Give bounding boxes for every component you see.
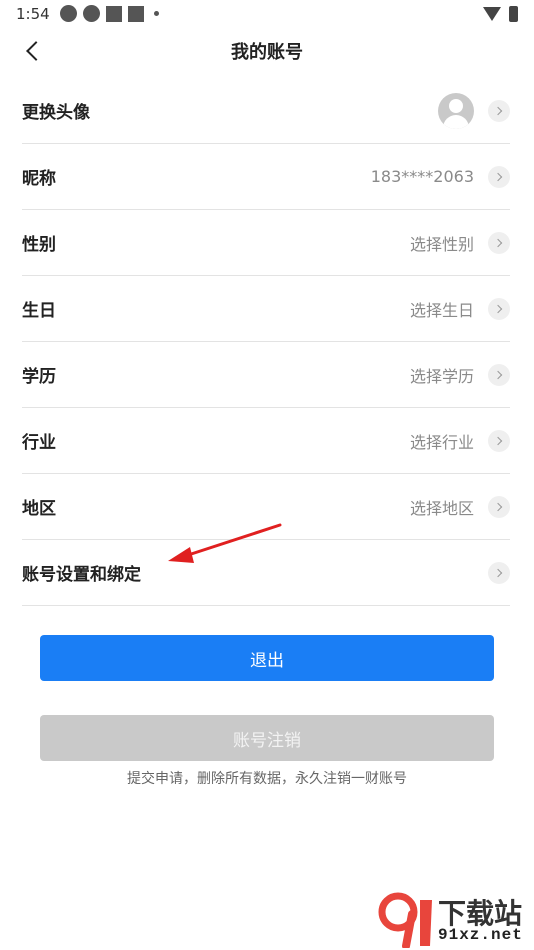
- chevron-right-icon: [488, 297, 510, 320]
- nav-bar: 我的账号: [0, 28, 534, 74]
- row-value: 183****2063: [370, 167, 474, 186]
- chevron-right-icon: [488, 495, 510, 518]
- battery-icon: [509, 6, 518, 22]
- row-value: 选择行业: [409, 432, 474, 452]
- watermark: 下载站 91xz.net: [368, 890, 534, 950]
- chevron-right-icon: [488, 561, 510, 584]
- watermark-url: 91xz.net: [438, 926, 523, 944]
- row-value: 选择生日: [409, 300, 474, 320]
- wifi-icon: [483, 7, 501, 21]
- status-icons-right: [483, 6, 518, 22]
- row-value: 选择地区: [409, 498, 474, 518]
- logout-button[interactable]: 退出: [40, 635, 494, 681]
- chevron-right-icon: [488, 165, 510, 188]
- status-icons-left: [60, 5, 159, 22]
- row-industry[interactable]: 行业 选择行业: [22, 408, 510, 474]
- watermark-logo-icon: [378, 892, 432, 948]
- app-icon: [106, 5, 122, 22]
- row-label: 昵称: [22, 169, 56, 189]
- settings-icon: [60, 5, 77, 22]
- browser-icon: [83, 5, 100, 22]
- annotation-arrow-icon: [168, 523, 282, 563]
- row-education[interactable]: 学历 选择学历: [22, 342, 510, 408]
- row-label: 更换头像: [22, 103, 90, 123]
- row-label: 生日: [22, 301, 56, 321]
- row-change-avatar[interactable]: 更换头像: [22, 78, 510, 144]
- dot-icon: [154, 11, 159, 16]
- app-icon: [128, 5, 144, 22]
- chevron-right-icon: [488, 99, 510, 122]
- chevron-right-icon: [488, 363, 510, 386]
- row-label: 学历: [22, 367, 56, 387]
- user-icon: [449, 98, 463, 113]
- row-birthday[interactable]: 生日 选择生日: [22, 276, 510, 342]
- chevron-right-icon: [488, 231, 510, 254]
- row-gender[interactable]: 性别 选择性别: [22, 210, 510, 276]
- account-cancel-button[interactable]: 账号注销: [40, 715, 494, 761]
- chevron-right-icon: [488, 429, 510, 452]
- row-nickname[interactable]: 昵称 183****2063: [22, 144, 510, 210]
- cancel-note: 提交申请，删除所有数据，永久注销一财账号: [127, 771, 407, 787]
- row-value: 选择学历: [409, 366, 474, 386]
- status-bar: 1:54: [0, 0, 534, 28]
- row-label: 行业: [22, 433, 56, 453]
- row-label: 地区: [22, 499, 56, 519]
- page-title: 我的账号: [231, 42, 303, 63]
- row-value: 选择性别: [409, 234, 474, 254]
- avatar: [438, 92, 474, 129]
- status-time: 1:54: [16, 5, 50, 23]
- row-label: 性别: [22, 235, 56, 255]
- row-label: 账号设置和绑定: [22, 565, 141, 585]
